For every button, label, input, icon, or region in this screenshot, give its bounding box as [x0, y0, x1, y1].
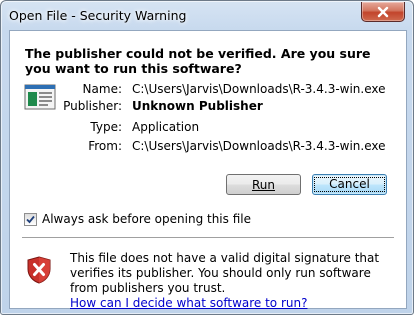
dialog-window: Open File - Security Warning The publish…	[0, 0, 414, 315]
warning-section: This file does not have a valid digital …	[10, 239, 406, 311]
run-button[interactable]: Run	[226, 174, 301, 195]
close-button[interactable]	[361, 2, 405, 22]
window-title: Open File - Security Warning	[9, 8, 187, 23]
detail-value-from: C:\Users\Jarvis\Downloads\R-3.4.3-win.ex…	[132, 139, 386, 153]
title-bar[interactable]: Open File - Security Warning	[1, 1, 413, 30]
cancel-button[interactable]: Cancel	[312, 174, 387, 195]
security-shield-icon	[27, 256, 51, 284]
warning-text: This file does not have a valid digital …	[70, 251, 380, 295]
dialog-content: The publisher could not be verified. Are…	[9, 30, 407, 311]
run-button-label: Run	[251, 177, 275, 192]
checkmark-icon	[26, 215, 35, 223]
detail-label: Publisher:	[63, 99, 122, 113]
always-ask-option[interactable]: Always ask before opening this file	[24, 211, 251, 227]
detail-value-name: C:\Users\Jarvis\Downloads\R-3.4.3-win.ex…	[132, 82, 386, 96]
detail-label: Name:	[82, 82, 122, 96]
cancel-button-label: Cancel	[314, 177, 385, 192]
detail-label: From:	[88, 139, 122, 153]
warning-heading: The publisher could not be verified. Are…	[25, 46, 371, 76]
warning-message: This file does not have a valid digital …	[70, 251, 390, 311]
close-icon	[377, 6, 389, 17]
always-ask-checkbox[interactable]	[24, 212, 37, 226]
always-ask-label: Always ask before opening this file	[42, 212, 251, 226]
detail-value-type: Application	[132, 120, 200, 134]
detail-label: Type:	[90, 120, 122, 134]
help-link[interactable]: How can I decide what software to run?	[70, 296, 307, 310]
detail-value-publisher: Unknown Publisher	[132, 99, 263, 113]
